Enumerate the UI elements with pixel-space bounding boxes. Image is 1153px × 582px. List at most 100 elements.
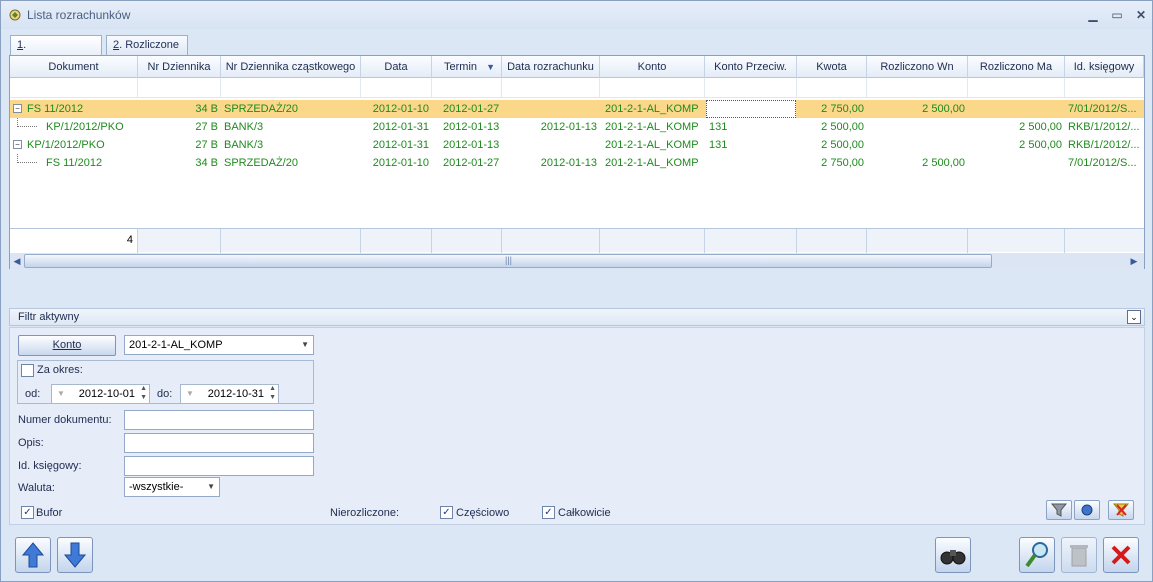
cell-kwota: 2 500,00 — [821, 121, 864, 133]
col-nr-dziennika[interactable]: Nr Dziennika — [138, 56, 221, 78]
col-konto[interactable]: Konto — [600, 56, 705, 78]
move-up-button[interactable] — [15, 537, 51, 573]
col-konto-przeciw[interactable]: Konto Przeciw. — [705, 56, 797, 78]
close-icon[interactable]: ✕ — [1132, 7, 1150, 23]
tab-nierozliczone[interactable]: 1. Nierozliczone — [10, 35, 102, 70]
chevron-down-icon: ▼ — [301, 340, 309, 349]
maximize-icon[interactable]: ▭ — [1108, 7, 1126, 23]
calkowicie-checkbox[interactable]: ✓ — [542, 506, 555, 519]
col-kwota[interactable]: Kwota — [797, 56, 867, 78]
filter-header: Filtr aktywny ⌄ — [9, 308, 1145, 326]
col-id-ksiegowy[interactable]: Id. księgowy — [1065, 56, 1144, 78]
table-row[interactable]: − KP/1/2012/PKO 27 B BANK/3 2012-01-31 2… — [10, 136, 1144, 154]
opis-input[interactable] — [124, 433, 314, 453]
col-rozliczono-ma[interactable]: Rozliczono Ma — [968, 56, 1065, 78]
od-date-field[interactable]: ▼ 2012-10-01 ▲ ▼ — [51, 384, 150, 404]
horizontal-scrollbar[interactable]: ◀ ||| ▶ — [10, 253, 1144, 269]
waluta-combo[interactable]: -wszystkie- ▼ — [124, 477, 220, 497]
tree-line — [17, 154, 37, 163]
close-button[interactable] — [1103, 537, 1139, 573]
table-row[interactable]: − FS 11/2012 34 B SPRZEDAŻ/20 2012-01-10… — [10, 100, 1144, 118]
cell-data: 2012-01-31 — [372, 139, 429, 151]
czesciowo-label: Częściowo — [456, 507, 510, 519]
cell-id-ksiegowy: 7/01/2012/S... — [1068, 157, 1137, 169]
table-row[interactable]: FS 11/2012 34 B SPRZEDAŻ/20 2012-01-10 2… — [10, 154, 1144, 172]
cell-id-ksiegowy: 7/01/2012/S... — [1068, 103, 1137, 115]
cell-kwota: 2 750,00 — [821, 103, 864, 115]
konto-combo[interactable]: 201-2-1-AL_KOMP ▼ — [124, 335, 314, 355]
filter-icon[interactable] — [1046, 500, 1072, 520]
cell-termin: 2012-01-13 — [443, 139, 500, 151]
tree-line — [17, 118, 37, 127]
id-ksiegowy-input[interactable] — [124, 456, 314, 476]
grid-filter-row[interactable] — [10, 78, 1144, 98]
collapse-filter-icon[interactable]: ⌄ — [1127, 310, 1141, 324]
col-rozliczono-wn[interactable]: Rozliczono Wn — [867, 56, 968, 78]
cell-nr-dziennika: 27 B — [195, 121, 218, 133]
do-date-value: 2012-10-31 — [207, 388, 264, 400]
filter-panel: Konto 201-2-1-AL_KOMP ▼ Za okres: od: ▼ 20… — [9, 327, 1145, 525]
scroll-left-icon[interactable]: ◀ — [11, 255, 23, 267]
scrollbar-thumb[interactable]: ||| — [24, 254, 992, 268]
bufor-checkbox[interactable]: ✓ — [21, 506, 34, 519]
cell-dokument: KP/1/2012/PKO — [27, 139, 105, 151]
cell-konto: 201-2-1-AL_KOMP — [605, 157, 699, 169]
do-label: do: — [157, 388, 173, 400]
delete-button[interactable] — [1061, 537, 1097, 573]
title-bar: Lista rozrachunków ▁ ▭ ✕ — [1, 1, 1152, 29]
opis-label: Opis: — [18, 437, 44, 449]
cell-konto-przeciw: 131 — [709, 139, 728, 151]
cell-rozliczono-wn — [867, 118, 968, 136]
tab-rozliczone[interactable]: 2. Rozliczone — [106, 35, 188, 55]
settlements-grid[interactable]: Dokument Nr Dziennika Nr Dziennika cząst… — [9, 55, 1145, 269]
binoculars-button[interactable] — [935, 537, 971, 573]
collapse-node-icon[interactable]: − — [13, 104, 22, 113]
app-icon — [9, 9, 21, 21]
col-data-rozrachunku[interactable]: Data rozrachunku — [502, 56, 600, 78]
refresh-filter-icon[interactable] — [1074, 500, 1100, 520]
collapse-node-icon[interactable]: − — [13, 140, 22, 149]
cell-konto: 201-2-1-AL_KOMP — [605, 139, 699, 151]
cell-konto: 201-2-1-AL_KOMP — [605, 103, 699, 115]
cell-rozliczono-wn: 2 500,00 — [922, 157, 965, 169]
numer-dokumentu-input[interactable] — [124, 410, 314, 430]
preview-button[interactable] — [1019, 537, 1055, 573]
move-down-button[interactable] — [57, 537, 93, 573]
czesciowo-checkbox[interactable]: ✓ — [440, 506, 453, 519]
clear-filter-icon[interactable] — [1108, 500, 1134, 520]
cell-rozliczono-ma — [968, 100, 1065, 118]
col-termin-label: Termin — [444, 61, 478, 73]
cell-rozliczono-wn — [867, 136, 968, 154]
spin-icon[interactable]: ▲ ▼ — [140, 384, 147, 402]
cell-termin: 2012-01-13 — [443, 121, 500, 133]
grid-header: Dokument Nr Dziennika Nr Dziennika cząst… — [10, 56, 1144, 78]
spin-icon[interactable]: ▲ ▼ — [269, 384, 276, 402]
scroll-right-icon[interactable]: ▶ — [1128, 255, 1140, 267]
waluta-combo-value: -wszystkie- — [129, 481, 184, 493]
col-data[interactable]: Data — [361, 56, 432, 78]
cell-konto-przeciw-focused[interactable] — [706, 100, 796, 118]
cell-nr-dziennika-czastkowego: BANK/3 — [224, 139, 264, 151]
cell-kwota: 2 750,00 — [821, 157, 864, 169]
bufor-label: Bufor — [36, 507, 63, 519]
minimize-icon[interactable]: ▁ — [1084, 7, 1102, 23]
za-okres-checkbox[interactable] — [21, 364, 34, 377]
filter-header-label: Filtr aktywny — [18, 311, 80, 323]
cell-konto-przeciw: 131 — [709, 121, 728, 133]
tab-label: . Rozliczone — [119, 39, 180, 51]
calkowicie-label: Całkowicie — [558, 507, 611, 519]
row-count: 4 — [10, 229, 138, 253]
cell-rozliczono-ma: 2 500,00 — [1019, 121, 1062, 133]
cell-data: 2012-01-10 — [372, 157, 429, 169]
cell-kwota: 2 500,00 — [821, 139, 864, 151]
do-date-field[interactable]: ▼ 2012-10-31 ▲ ▼ — [180, 384, 279, 404]
col-nr-dziennika-czastkowego[interactable]: Nr Dziennika cząstkowego — [221, 56, 361, 78]
cell-dokument: FS 11/2012 — [46, 157, 103, 169]
cell-nr-dziennika-czastkowego: SPRZEDAŻ/20 — [224, 103, 298, 115]
cell-nr-dziennika-czastkowego: BANK/3 — [224, 121, 264, 133]
col-termin[interactable]: Termin ▼ — [432, 56, 502, 78]
table-row[interactable]: KP/1/2012/PKO 27 B BANK/3 2012-01-31 201… — [10, 118, 1144, 136]
col-dokument[interactable]: Dokument — [10, 56, 138, 78]
cell-termin: 2012-01-27 — [443, 157, 500, 169]
konto-button[interactable]: Konto — [18, 335, 116, 356]
